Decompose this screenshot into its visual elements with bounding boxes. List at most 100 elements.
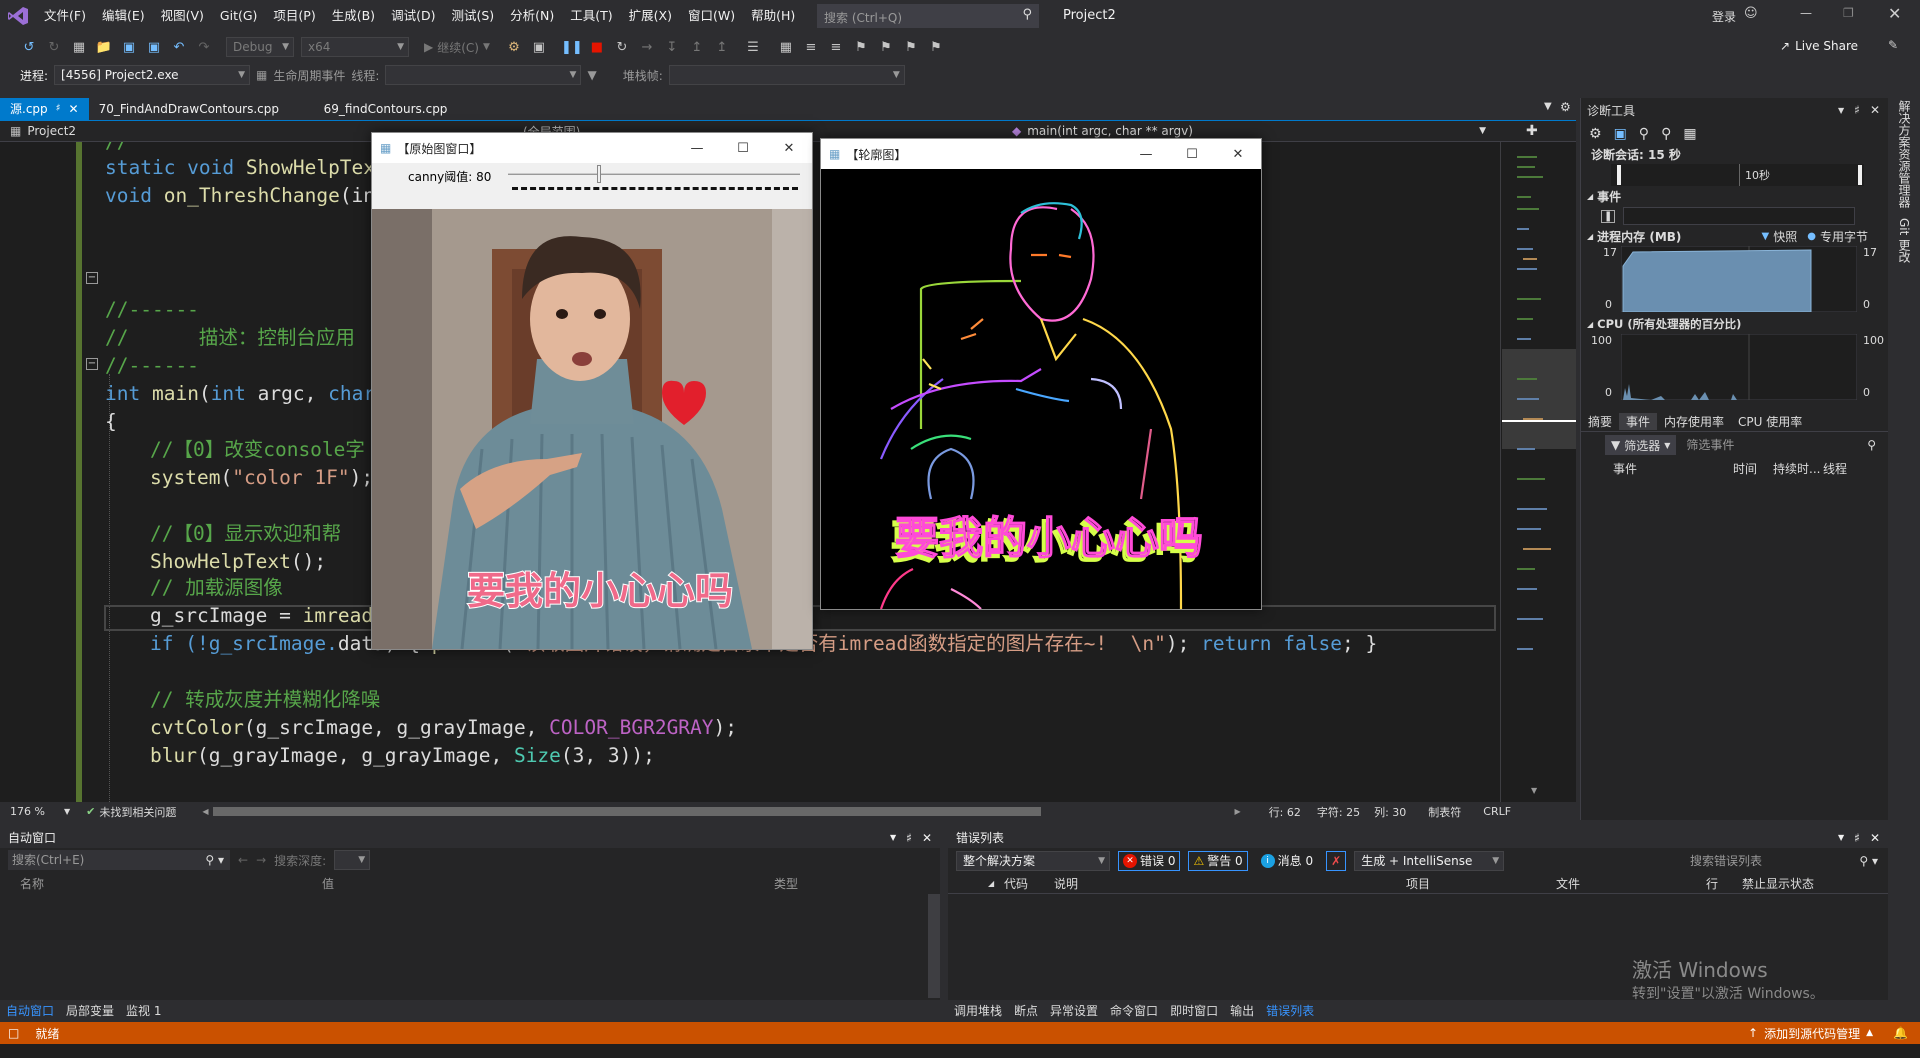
messages-filter[interactable]: i 消息 0 xyxy=(1256,851,1318,871)
scroll-right-icon[interactable]: ▶ xyxy=(1235,807,1241,816)
horizontal-scroll-thumb[interactable] xyxy=(212,807,1041,816)
search-icon[interactable]: ⚲ ▾ xyxy=(1859,851,1878,871)
menu-window[interactable]: 窗口(W) xyxy=(680,0,743,32)
pin-icon[interactable]: ♯ xyxy=(1854,103,1860,117)
export-icon[interactable]: ▣ xyxy=(1614,126,1627,142)
diag-tab-summary[interactable]: 摘要 xyxy=(1581,413,1619,430)
bottom-tab-callstack[interactable]: 调用堆栈 xyxy=(948,1002,1008,1019)
errors-filter[interactable]: ✕ 错误 0 xyxy=(1118,851,1181,871)
close-icon[interactable]: ✕ xyxy=(1870,103,1880,117)
continue-button[interactable]: ▶ 继续(C) ▼ xyxy=(424,39,490,56)
menu-edit[interactable]: 编辑(E) xyxy=(94,0,153,32)
menu-tools[interactable]: 工具(T) xyxy=(562,0,620,32)
col-suppression[interactable]: 禁止显示状态 xyxy=(1742,875,1814,892)
bottom-tab-exceptions[interactable]: 异常设置 xyxy=(1044,1002,1104,1019)
diag-tab-events[interactable]: 事件 xyxy=(1619,413,1658,430)
bottom-tab-watch[interactable]: 监视 1 xyxy=(120,1002,167,1019)
outline-collapse-2[interactable]: − xyxy=(86,358,98,370)
warnings-filter[interactable]: ⚠ 警告 0 xyxy=(1188,851,1248,871)
undo-icon[interactable]: ↶ xyxy=(168,36,190,58)
side-tab-git-changes[interactable]: Git 更改 xyxy=(1896,218,1913,263)
step-over-icon[interactable]: ↥ xyxy=(686,36,708,58)
col-type[interactable]: 类型 xyxy=(774,875,798,892)
vs-logo-icon[interactable] xyxy=(0,6,36,26)
build-source-select[interactable]: 生成 + IntelliSense ▼ xyxy=(1354,851,1505,871)
notifications-icon[interactable]: 🔔 xyxy=(1893,1026,1908,1040)
add-to-source-control[interactable]: 添加到源代码管理 xyxy=(1764,1025,1860,1042)
col-value[interactable]: 值 xyxy=(322,875,774,892)
col-duration[interactable]: 持续时... xyxy=(1773,460,1823,477)
split-icon[interactable]: ✚ xyxy=(1526,123,1538,139)
maximize-button[interactable]: ☐ xyxy=(1169,147,1215,162)
bottom-tab-command[interactable]: 命令窗口 xyxy=(1104,1002,1164,1019)
restart-icon[interactable]: ↻ xyxy=(611,36,633,58)
bookmark-prev-icon[interactable]: ⚑ xyxy=(875,36,897,58)
col-file[interactable]: 文件 xyxy=(1556,875,1706,892)
filter-button[interactable]: ▼ 筛选器 ▼ xyxy=(1605,435,1677,455)
minimize-button[interactable]: — xyxy=(1123,147,1169,162)
filter-icon[interactable]: ▼ xyxy=(587,68,596,82)
cursor-col[interactable]: 列: 30 xyxy=(1374,804,1406,820)
minimize-button[interactable]: — xyxy=(1800,6,1822,20)
search-depth-select[interactable]: ▼ xyxy=(334,850,371,870)
settings-icon[interactable]: ⚙ xyxy=(1560,100,1571,114)
error-search-input[interactable]: 搜索错误列表 ⚲ ▾ xyxy=(1686,851,1882,871)
timeline-end-handle[interactable] xyxy=(1858,165,1862,185)
auto-window-scrollbar[interactable] xyxy=(928,894,940,998)
back-arrow-icon[interactable]: ← xyxy=(238,853,248,867)
menu-view[interactable]: 视图(V) xyxy=(153,0,212,32)
zoom-level[interactable]: 176 % xyxy=(10,805,64,818)
menu-file[interactable]: 文件(F) xyxy=(36,0,94,32)
col-line[interactable]: 行 xyxy=(1706,875,1742,892)
function-dropdown[interactable]: ◆ main(int argc, char ** argv) ▼ xyxy=(1006,124,1496,138)
thread-select[interactable]: ▼ xyxy=(385,65,582,85)
indent-mode[interactable]: 制表符 xyxy=(1428,804,1461,820)
bottom-tab-error-list[interactable]: 错误列表 xyxy=(1260,1002,1320,1019)
cursor-char[interactable]: 字符: 25 xyxy=(1317,804,1360,820)
horizontal-scrollbar[interactable] xyxy=(212,807,1041,816)
menu-git[interactable]: Git(G) xyxy=(212,0,266,32)
process-icon[interactable]: ⚙ xyxy=(503,36,525,58)
save-icon[interactable]: ▣ xyxy=(118,36,140,58)
close-button[interactable]: ✕ xyxy=(1215,147,1261,162)
process-select[interactable]: [4556] Project2.exe ▼ xyxy=(54,65,251,85)
search-icon[interactable]: ⚲ xyxy=(1867,435,1876,455)
trackbar-thumb[interactable] xyxy=(596,165,601,183)
new-item-icon[interactable]: ▦ xyxy=(68,36,90,58)
col-time[interactable]: 时间 xyxy=(1733,460,1773,477)
col-description[interactable]: 说明 xyxy=(1054,875,1406,892)
show-next-statement-icon[interactable]: → xyxy=(636,36,658,58)
events-section-header[interactable]: ◢ 事件 xyxy=(1581,186,1888,206)
zoom-in-icon[interactable]: ⚲ xyxy=(1639,126,1649,142)
stop-icon[interactable]: ■ xyxy=(586,36,608,58)
live-share-button[interactable]: ↗ Live Share xyxy=(1780,39,1858,53)
bottom-tab-autos[interactable]: 自动窗口 xyxy=(0,1002,60,1019)
step-into-icon[interactable]: ↧ xyxy=(661,36,683,58)
search-box[interactable]: 搜索 (Ctrl+Q) ⚲ xyxy=(817,4,1039,28)
bookmark-clear-icon[interactable]: ⚑ xyxy=(925,36,947,58)
forward-icon[interactable]: ↻ xyxy=(43,36,65,58)
bottom-tab-locals[interactable]: 局部变量 xyxy=(60,1002,120,1019)
lifecycle-events[interactable]: 生命周期事件 xyxy=(273,67,345,84)
bottom-tab-immediate[interactable]: 即时窗口 xyxy=(1164,1002,1224,1019)
diag-tab-cpu[interactable]: CPU 使用率 xyxy=(1731,413,1809,430)
dropdown-icon[interactable]: ▼ xyxy=(1838,106,1844,115)
col-thread[interactable]: 线程 xyxy=(1823,460,1863,477)
forward-arrow-icon[interactable]: → xyxy=(256,853,266,867)
issues-status[interactable]: 未找到相关问题 xyxy=(99,804,176,820)
outline-collapse-1[interactable]: − xyxy=(86,272,98,284)
menu-project[interactable]: 项目(P) xyxy=(265,0,323,32)
minimize-button[interactable]: — xyxy=(674,141,720,156)
menu-analyze[interactable]: 分析(N) xyxy=(502,0,562,32)
tab-findcontours[interactable]: 69_findContours.cpp xyxy=(314,98,458,120)
format-icon[interactable]: ≡ xyxy=(800,36,822,58)
filter-events-input[interactable]: 筛选事件 ⚲ xyxy=(1682,435,1884,455)
col-project[interactable]: 项目 xyxy=(1406,875,1556,892)
maximize-button[interactable]: ☐ xyxy=(720,141,766,156)
bottom-tab-breakpoints[interactable]: 断点 xyxy=(1008,1002,1044,1019)
search-icon[interactable]: ⚲ ▾ xyxy=(205,850,224,870)
screenshot-icon[interactable]: ▣ xyxy=(528,36,550,58)
pin-icon[interactable]: ♯ xyxy=(56,98,61,120)
cursor-line[interactable]: 行: 62 xyxy=(1269,804,1301,820)
search-input[interactable]: 搜索 (Ctrl+Q) xyxy=(824,9,902,26)
